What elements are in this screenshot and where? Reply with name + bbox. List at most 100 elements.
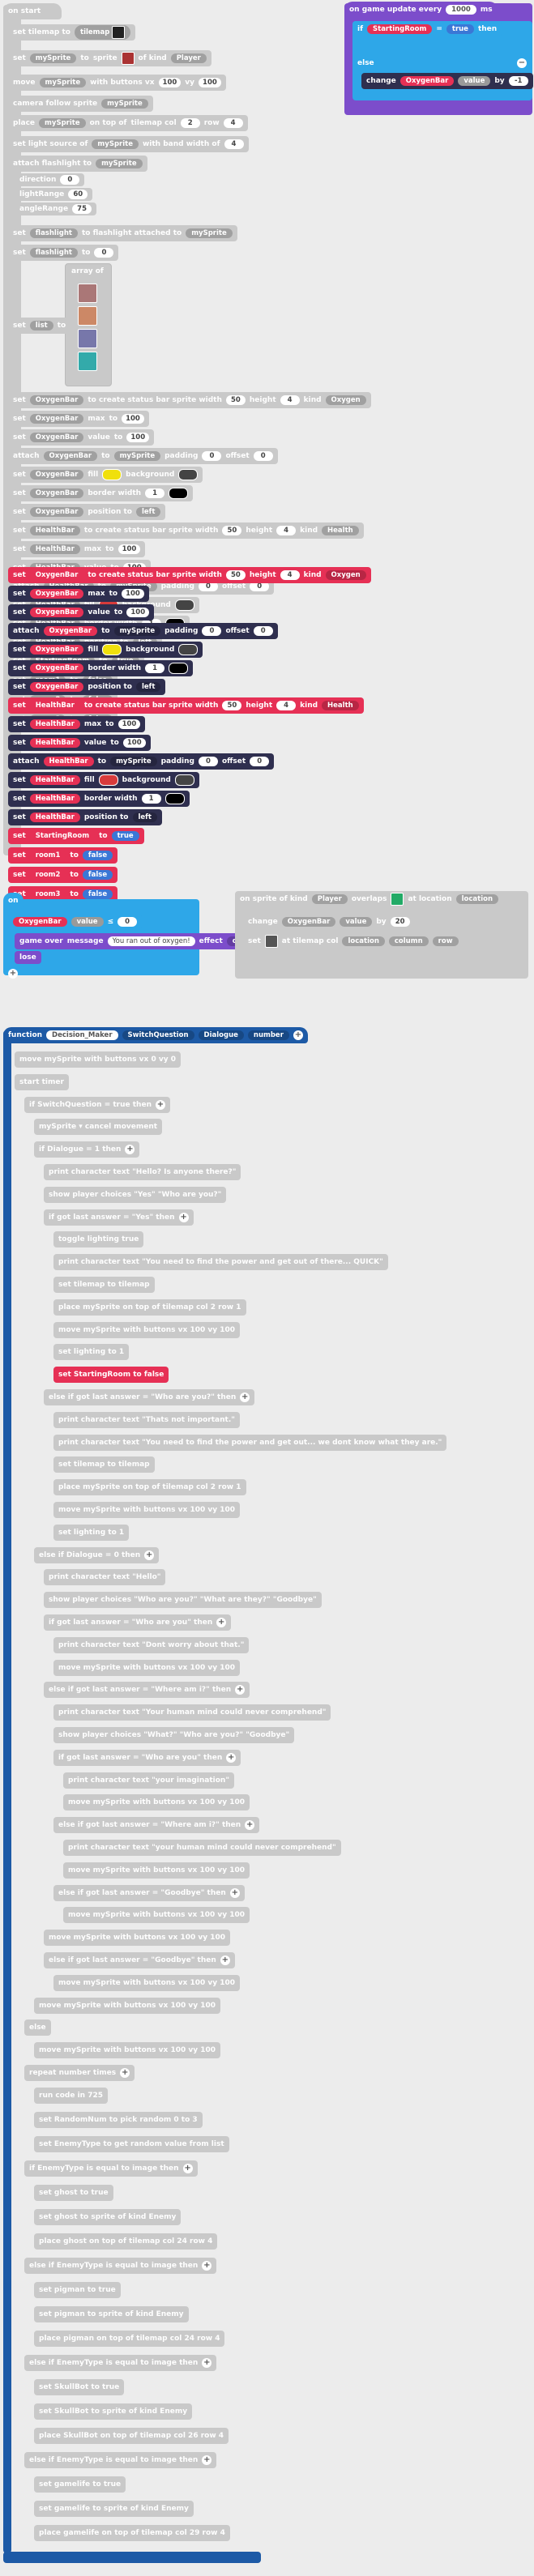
add-param-button[interactable]: +	[293, 1030, 303, 1040]
function-stmt-11[interactable]: place mySprite on top of tilemap col 2 r…	[53, 1299, 246, 1316]
function-stmt-20[interactable]: move mySprite with buttons vx 100 vy 100	[53, 1502, 241, 1518]
function-stmt-7[interactable]: if got last answer = "Yes" then +	[44, 1209, 194, 1226]
function-stmt-27[interactable]: move mySprite with buttons vx 100 vy 100	[53, 1659, 241, 1676]
status-pill[interactable]: HealthBar	[29, 544, 80, 554]
status-bar-row-grey-4[interactable]: set OxygenBar fill background	[8, 467, 203, 483]
status-pill[interactable]: HealthBar	[29, 812, 80, 822]
color-swatch[interactable]	[169, 488, 189, 499]
color-swatch[interactable]	[178, 644, 199, 655]
overlap-location-pill[interactable]: location	[342, 936, 385, 946]
tile-swatch-icon[interactable]	[264, 935, 278, 948]
function-stmt-52[interactable]: place ghost on top of tilemap col 24 row…	[34, 2233, 218, 2250]
function-stmt-36[interactable]: move mySprite with buttons vx 100 vy 100	[63, 1862, 250, 1879]
direction-param[interactable]: direction 0	[15, 173, 85, 186]
status-bar-row-red-12[interactable]: set HealthBar border width 1	[8, 791, 190, 807]
flashlight2-var[interactable]: flashlight	[29, 248, 78, 258]
function-stmt-47[interactable]: set RandomNum to pick random 0 to 3	[34, 2111, 203, 2128]
enemy-image-3[interactable]	[78, 329, 97, 348]
add-branch-button[interactable]: +	[245, 1820, 255, 1831]
function-stmt-24[interactable]: show player choices "Who are you?" "What…	[44, 1592, 322, 1609]
overlap-set-block[interactable]: set at tilemap col location column row	[243, 933, 464, 949]
move-sprite-var[interactable]: mySprite	[39, 78, 87, 87]
set-room-var-red-2[interactable]: set room2 to false	[8, 867, 118, 883]
function-stmt-60[interactable]: place SkullBot on top of tilemap col 26 …	[34, 2427, 229, 2444]
bool-dropdown[interactable]: true	[111, 831, 139, 841]
function-header[interactable]: function Decision_Maker SwitchQuestion D…	[3, 1027, 308, 1043]
status-bar-row-grey-6[interactable]: set OxygenBar position to left	[8, 504, 166, 520]
status-pill[interactable]: mySprite	[113, 626, 161, 636]
overlap-kind-dropdown[interactable]: Player	[311, 894, 348, 904]
place-sprite-block[interactable]: place mySprite on top of tilemap col 2 r…	[8, 115, 248, 131]
function-stmt-12[interactable]: move mySprite with buttons vx 100 vy 100	[53, 1321, 241, 1338]
enemy-image-4[interactable]	[78, 352, 97, 371]
function-stmt-26[interactable]: print character text "Dont worry about t…	[53, 1636, 250, 1653]
status-bar-row-red-7[interactable]: set HealthBar to create status bar sprite …	[8, 697, 364, 714]
function-stmt-14[interactable]: set StartingRoom to false	[53, 1367, 169, 1384]
overlap-column-pill[interactable]: column	[388, 936, 429, 946]
function-stmt-55[interactable]: set pigman to sprite of kind Enemy	[34, 2305, 189, 2322]
enemy-image-1[interactable]	[78, 284, 97, 303]
function-stmt-56[interactable]: place pigman on top of tilemap col 24 ro…	[34, 2330, 225, 2347]
status-bar-row-red-9[interactable]: set HealthBar value to 100	[8, 735, 151, 751]
function-stmt-28[interactable]: else if got last answer = "Where am i?" …	[44, 1682, 250, 1699]
starting-room-var[interactable]: StartingRoom	[367, 24, 433, 34]
status-bar-row-red-3[interactable]: attach OxygenBar to mySprite padding 0 offset 0	[8, 623, 278, 639]
function-stmt-63[interactable]: set gamelife to sprite of kind Enemy	[34, 2500, 194, 2517]
status-bar-row-red-0[interactable]: set OxygenBar to create status bar sprite …	[8, 567, 371, 583]
function-stmt-3[interactable]: mySprite ▾ cancel movement	[34, 1119, 163, 1136]
function-stmt-33[interactable]: move mySprite with buttons vx 100 vy 100	[63, 1794, 250, 1811]
status-pill[interactable]: OxygenBar	[29, 507, 84, 517]
color-swatch[interactable]	[98, 774, 118, 786]
tilemap-pill[interactable]: tilemap	[75, 25, 131, 40]
interval-dropdown[interactable]: 1000	[446, 5, 476, 15]
lightrange-input[interactable]: 60	[68, 190, 88, 199]
move-sprite-block[interactable]: move mySprite with buttons vx 100 vy 100	[8, 75, 226, 91]
add-else-button[interactable]: −	[517, 58, 527, 68]
param-number[interactable]: number	[247, 1030, 289, 1040]
status-pill[interactable]: mySprite	[110, 757, 157, 766]
status-pill[interactable]: Oxygen	[325, 570, 366, 580]
status-num-input[interactable]: 50	[222, 701, 242, 710]
function-stmt-8[interactable]: toggle lighting true	[53, 1231, 144, 1248]
param-switchquestion[interactable]: SwitchQuestion	[122, 1030, 194, 1040]
function-stmt-58[interactable]: set SkullBot to true	[34, 2378, 125, 2395]
status-pill[interactable]: HealthBar	[29, 775, 80, 785]
status-pill[interactable]: OxygenBar	[29, 488, 84, 498]
status-bar-row-red-2[interactable]: set OxygenBar value to 100	[8, 604, 155, 621]
flashlight-sprite-var[interactable]: mySprite	[96, 159, 143, 168]
status-num-input[interactable]: 4	[280, 570, 300, 580]
on-zero-hat[interactable]: on	[3, 893, 23, 909]
status-num-input[interactable]: 0	[198, 757, 218, 766]
status-pill[interactable]: HealthBar	[29, 526, 80, 535]
status-bar-row-grey-7[interactable]: set HealthBar to create status bar sprite …	[8, 522, 364, 539]
add-branch-button[interactable]: +	[202, 2260, 212, 2271]
status-pill[interactable]: HealthBar	[29, 794, 80, 804]
function-stmt-34[interactable]: else if got last answer = "Where am i?" …	[53, 1817, 260, 1834]
add-branch-button[interactable]: +	[229, 1887, 240, 1898]
status-num-input[interactable]: 0	[253, 626, 273, 636]
function-stmt-54[interactable]: set pigman to true	[34, 2281, 121, 2298]
add-branch-button[interactable]: +	[216, 1618, 227, 1627]
status-num-input[interactable]: 100	[126, 608, 150, 617]
add-branch-button[interactable]: +	[144, 1550, 155, 1560]
vy-input[interactable]: 100	[199, 78, 221, 87]
function-stmt-5[interactable]: print character text "Hello? Is anyone t…	[44, 1164, 241, 1180]
function-stmt-48[interactable]: set EnemyType to get random value from l…	[34, 2135, 229, 2152]
function-stmt-40[interactable]: else if got last answer = "Goodbye" then…	[44, 1952, 235, 1968]
bool-dropdown[interactable]: false	[82, 889, 113, 899]
set-flashlight2-block[interactable]: set flashlight to 0	[8, 245, 119, 261]
anglerange-param[interactable]: angleRange 75	[15, 203, 97, 215]
status-num-input[interactable]: 0	[253, 451, 273, 461]
camera-follow-block[interactable]: camera follow sprite mySprite	[8, 96, 153, 112]
status-num-input[interactable]: 100	[122, 589, 144, 599]
function-stmt-2[interactable]: if SwitchQuestion = true then +	[24, 1096, 170, 1113]
add-branch-button[interactable]: +	[120, 2068, 130, 2078]
zero-bar-var[interactable]: OxygenBar	[13, 917, 67, 927]
vx-input[interactable]: 100	[158, 78, 182, 87]
function-stmt-18[interactable]: set tilemap to tilemap	[53, 1456, 155, 1474]
function-stmt-13[interactable]: set lighting to 1	[53, 1344, 130, 1361]
row-input[interactable]: 4	[223, 118, 243, 128]
zero-value-input[interactable]: 0	[117, 917, 138, 927]
location-var[interactable]: location	[455, 894, 499, 904]
status-pill[interactable]: OxygenBar	[29, 682, 84, 692]
